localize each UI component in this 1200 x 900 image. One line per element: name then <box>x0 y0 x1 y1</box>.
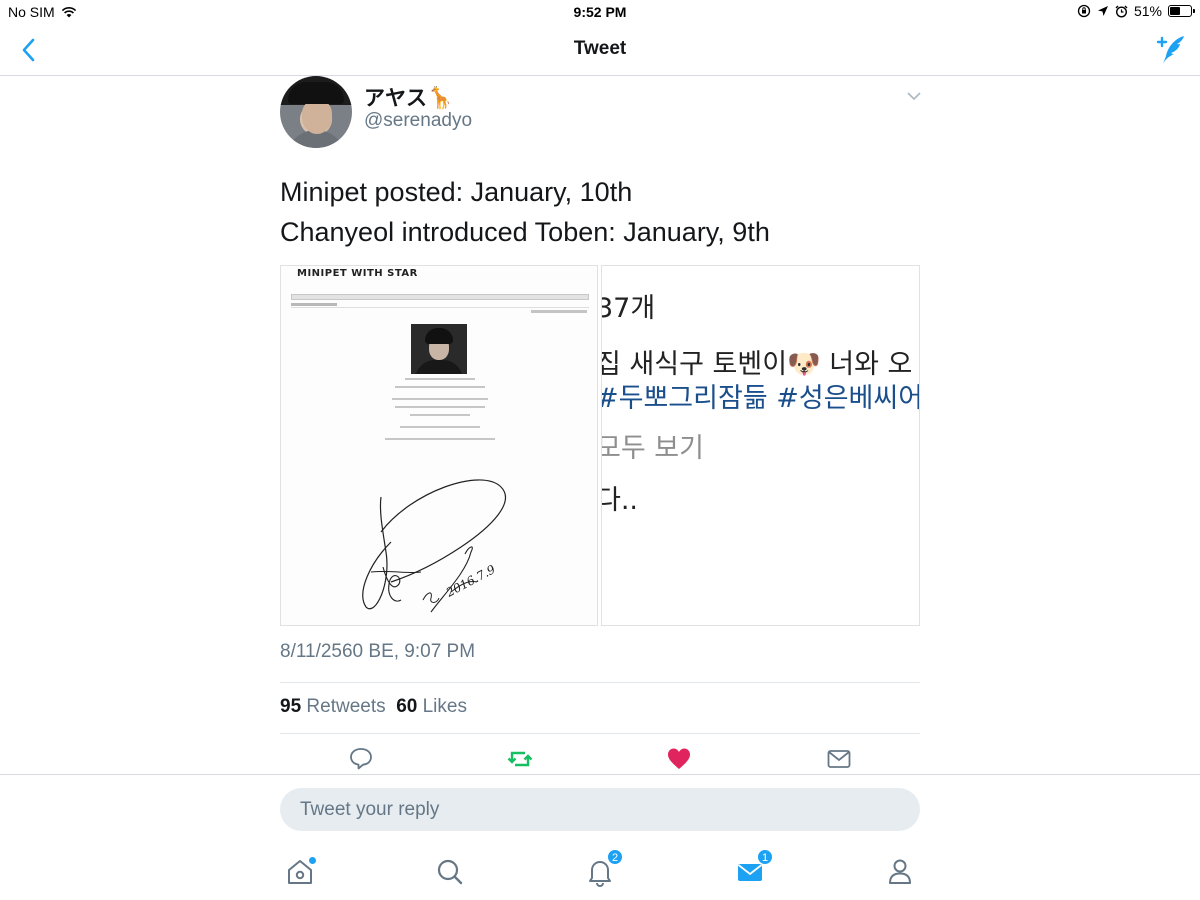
tab-search[interactable] <box>434 856 466 888</box>
home-new-dot <box>309 857 316 864</box>
chevron-down-icon[interactable] <box>906 90 922 102</box>
like-icon[interactable] <box>666 746 692 772</box>
media-image-minipet[interactable]: MINIPET WITH STAR 2016.7.9 <box>280 265 598 626</box>
tweet-actions <box>280 746 920 774</box>
retweet-icon[interactable] <box>507 746 533 772</box>
minipet-file-line <box>291 303 589 308</box>
status-time: 9:52 PM <box>573 4 627 20</box>
person-icon <box>889 859 911 884</box>
media-image-korean-caption[interactable]: 37개 집 새식구 토벤이🐶 너와 오 #두뽀그리잠듦 #성은베씨어 모두 보기… <box>601 265 920 626</box>
messages-badge: 1 <box>757 849 773 865</box>
display-name[interactable]: アヤス🦒 <box>364 82 453 112</box>
divider <box>280 682 920 683</box>
signature-date: 2016.7.9 <box>443 562 498 600</box>
divider <box>280 733 920 734</box>
likes-stat[interactable]: 60 Likes <box>396 696 467 717</box>
location-arrow-icon <box>1097 6 1108 16</box>
direct-message-icon[interactable] <box>826 746 852 772</box>
reply-separator <box>0 774 1200 775</box>
tab-profile[interactable] <box>884 856 916 888</box>
korean-caption-line: 37개 <box>601 293 656 324</box>
lock-rotation-icon <box>1077 4 1091 18</box>
avatar[interactable] <box>280 76 352 148</box>
tweet-text-line: Minipet posted: January, 10th <box>280 177 633 207</box>
korean-see-all: 모두 보기 <box>601 433 704 464</box>
tab-messages[interactable]: 1 <box>734 849 773 888</box>
navigation-bar: Tweet <box>0 24 1200 76</box>
notifications-badge: 2 <box>607 849 623 865</box>
reply-input[interactable] <box>280 788 920 831</box>
tweet-stats: 95 Retweets 60 Likes <box>280 696 467 718</box>
page-title: Tweet <box>573 38 627 59</box>
minipet-title: MINIPET WITH STAR <box>297 268 418 279</box>
tweet-text-line: Chanyeol introduced Toben: January, 9th <box>280 217 770 247</box>
tweet-timestamp: 8/11/2560 BE, 9:07 PM <box>280 641 476 662</box>
minipet-post-date <box>531 310 587 313</box>
tab-home[interactable] <box>284 856 316 888</box>
user-handle[interactable]: @serenadyo <box>364 110 472 132</box>
minipet-header-bar <box>291 294 589 300</box>
media-grid: MINIPET WITH STAR 2016.7.9 37개 집 새식구 토벤이… <box>280 265 920 626</box>
battery-icon <box>1168 5 1195 17</box>
reply-icon[interactable] <box>348 746 374 772</box>
minipet-photo <box>411 324 467 374</box>
status-bar: No SIM 9:52 PM 51% <box>0 0 1200 24</box>
status-right: 51% <box>1077 3 1195 19</box>
alarm-icon <box>1115 5 1128 18</box>
retweets-stat[interactable]: 95 Retweets <box>280 696 386 717</box>
tweet-text: Minipet posted: January, 10th Chanyeol i… <box>280 172 920 252</box>
handwritten-signature: 2016.7.9 <box>362 479 507 613</box>
korean-hashtag-line: #두뽀그리잠듦 #성은베씨어 <box>601 383 920 414</box>
battery-percent: 51% <box>1133 3 1162 19</box>
korean-caption-line: 다.. <box>602 485 639 516</box>
tab-bar: 2 1 <box>0 846 1200 900</box>
compose-tweet-icon[interactable] <box>1154 34 1186 66</box>
search-icon <box>437 859 463 885</box>
minipet-body-text <box>281 378 597 446</box>
tab-notifications[interactable]: 2 <box>584 849 623 888</box>
